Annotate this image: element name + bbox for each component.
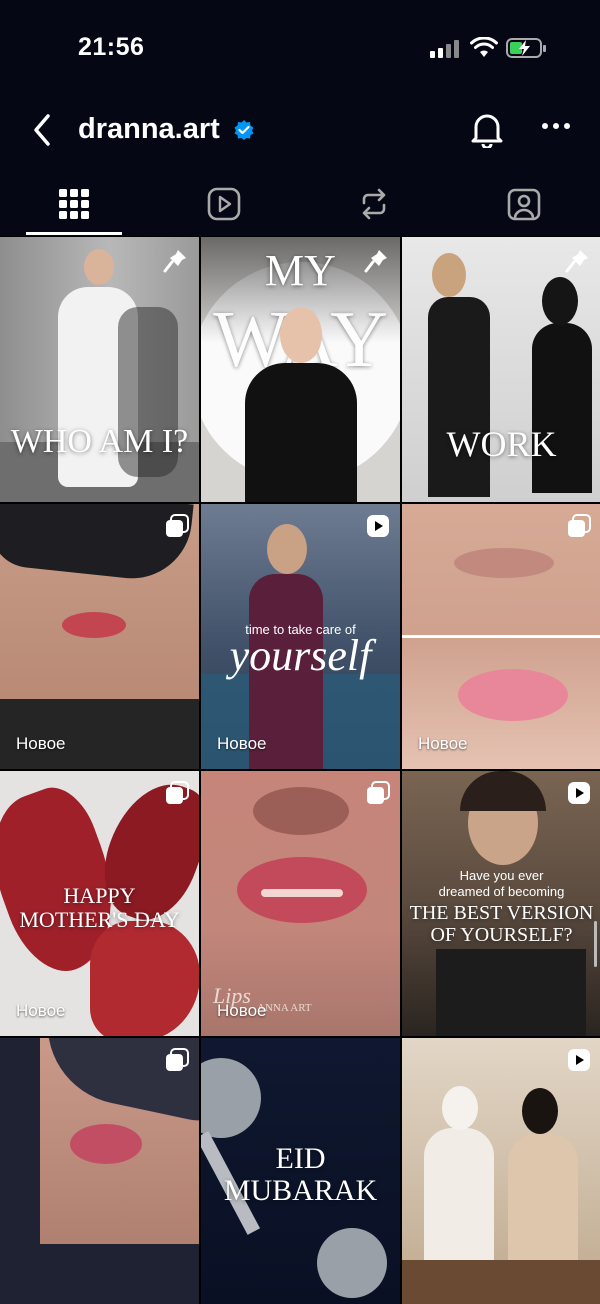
post-tile[interactable]: time to take care of yourself Новое <box>201 504 400 769</box>
carousel-icon <box>166 781 189 804</box>
status-bar: 21:56 <box>0 0 600 96</box>
back-arrow-icon[interactable] <box>28 112 58 148</box>
verified-badge-icon <box>234 120 254 140</box>
post-tile[interactable]: Have you ever dreamed of becoming THE BE… <box>402 771 600 1036</box>
reels-play-icon <box>207 187 241 221</box>
post-tile[interactable]: MY WAY <box>201 237 400 502</box>
new-post-label: Новое <box>217 1001 267 1020</box>
post-tile[interactable]: Lips ANNA ART Новое <box>201 771 400 1036</box>
carousel-icon <box>166 1048 189 1071</box>
scrollbar <box>594 921 597 967</box>
wifi-icon <box>470 37 498 57</box>
post-overlay-big1: THE BEST VERSION <box>409 902 594 924</box>
post-tile[interactable]: WORK <box>402 237 600 502</box>
profile-tabs <box>0 176 600 236</box>
post-overlay-small2: dreamed of becoming <box>438 884 565 899</box>
post-tile[interactable] <box>0 1038 199 1304</box>
tab-posts[interactable] <box>54 184 94 224</box>
carousel-icon <box>367 781 390 804</box>
post-tile[interactable]: Новое <box>402 504 600 769</box>
post-overlay-line1: HAPPY <box>63 883 136 908</box>
post-overlay-script: yourself <box>229 631 372 680</box>
tagged-person-icon <box>507 188 541 221</box>
cellular-signal-icon <box>430 40 460 58</box>
new-post-label: Новое <box>16 734 66 753</box>
grid-icon <box>59 189 89 219</box>
new-post-label: Новое <box>217 734 267 753</box>
reel-icon <box>568 782 590 804</box>
post-overlay-text: WORK <box>446 424 557 464</box>
post-overlay-big2: OF YOURSELF? <box>430 924 573 946</box>
post-overlay-line1: EID <box>275 1142 326 1175</box>
post-tile[interactable]: HAPPY MOTHER'S DAY Новое <box>0 771 199 1036</box>
repost-icon <box>362 188 386 220</box>
carousel-icon <box>568 514 591 537</box>
pin-icon <box>163 250 186 273</box>
status-time: 21:56 <box>78 33 145 61</box>
new-post-label: Новое <box>16 1001 66 1020</box>
post-overlay-line2: MOTHER'S DAY <box>19 907 180 932</box>
tab-tagged[interactable] <box>504 184 544 224</box>
post-tile[interactable]: Новое <box>0 504 199 769</box>
post-tile[interactable]: EID MUBARAK <box>201 1038 400 1304</box>
profile-username: dranna.art <box>78 113 220 145</box>
pin-icon <box>565 250 588 273</box>
reel-icon <box>367 515 389 537</box>
carousel-icon <box>166 514 189 537</box>
post-tile[interactable] <box>402 1038 600 1304</box>
new-post-label: Новое <box>418 734 468 753</box>
tab-reels[interactable] <box>204 184 244 224</box>
tab-reposts[interactable] <box>354 184 394 224</box>
notifications-bell-icon[interactable] <box>470 112 504 148</box>
post-overlay-text: WHO AM I? <box>10 423 189 460</box>
active-tab-indicator <box>26 232 122 235</box>
reel-icon <box>568 1049 590 1071</box>
battery-charging-icon <box>506 38 546 58</box>
post-tile[interactable]: WHO AM I? <box>0 237 199 502</box>
post-overlay-line2: MUBARAK <box>223 1174 378 1207</box>
pin-icon <box>364 250 387 273</box>
profile-header: dranna.art <box>0 96 600 176</box>
more-options-icon[interactable] <box>541 122 571 130</box>
post-overlay-small1: Have you ever <box>459 868 544 883</box>
